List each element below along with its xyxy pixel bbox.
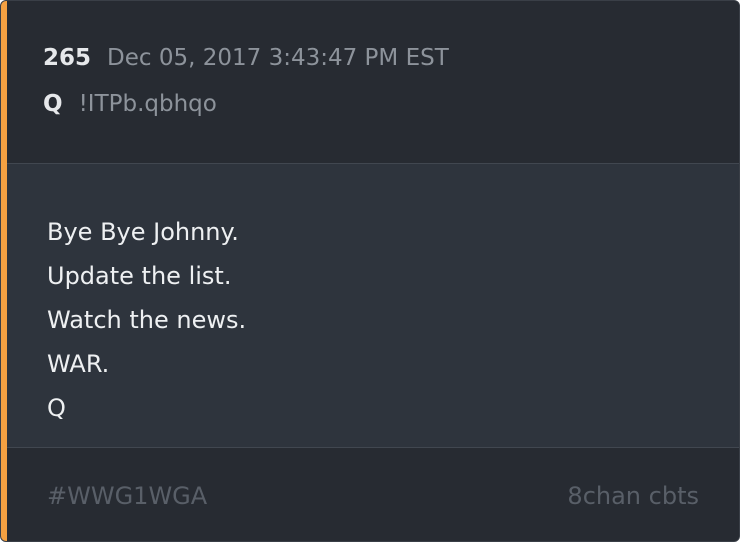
- message-line: WAR.: [47, 350, 110, 378]
- post-timestamp: Dec 05, 2017 3:43:47 PM EST: [107, 45, 449, 71]
- message-line: Bye Bye Johnny.: [47, 218, 239, 246]
- author-tripcode: !ITPb.qbhqo: [78, 91, 217, 117]
- source-label: 8chan cbts: [567, 482, 699, 510]
- message-line: Update the list.: [47, 262, 232, 290]
- post-card: 265 Dec 05, 2017 3:43:47 PM EST Q !ITPb.…: [0, 0, 740, 542]
- post-number[interactable]: 265: [43, 45, 91, 71]
- post-header: 265 Dec 05, 2017 3:43:47 PM EST Q !ITPb.…: [7, 1, 739, 164]
- hashtag-link[interactable]: #WWG1WGA: [47, 482, 207, 510]
- message-signature: Q: [47, 394, 66, 422]
- post-body: Bye Bye Johnny. Update the list. Watch t…: [7, 164, 739, 448]
- author-row: Q !ITPb.qbhqo: [43, 91, 217, 117]
- post-message: Bye Bye Johnny. Update the list. Watch t…: [47, 210, 246, 430]
- post-meta-row: 265 Dec 05, 2017 3:43:47 PM EST: [43, 45, 449, 71]
- post-footer: #WWG1WGA 8chan cbts: [7, 448, 739, 541]
- message-line: Watch the news.: [47, 306, 247, 334]
- author-name: Q: [43, 91, 63, 117]
